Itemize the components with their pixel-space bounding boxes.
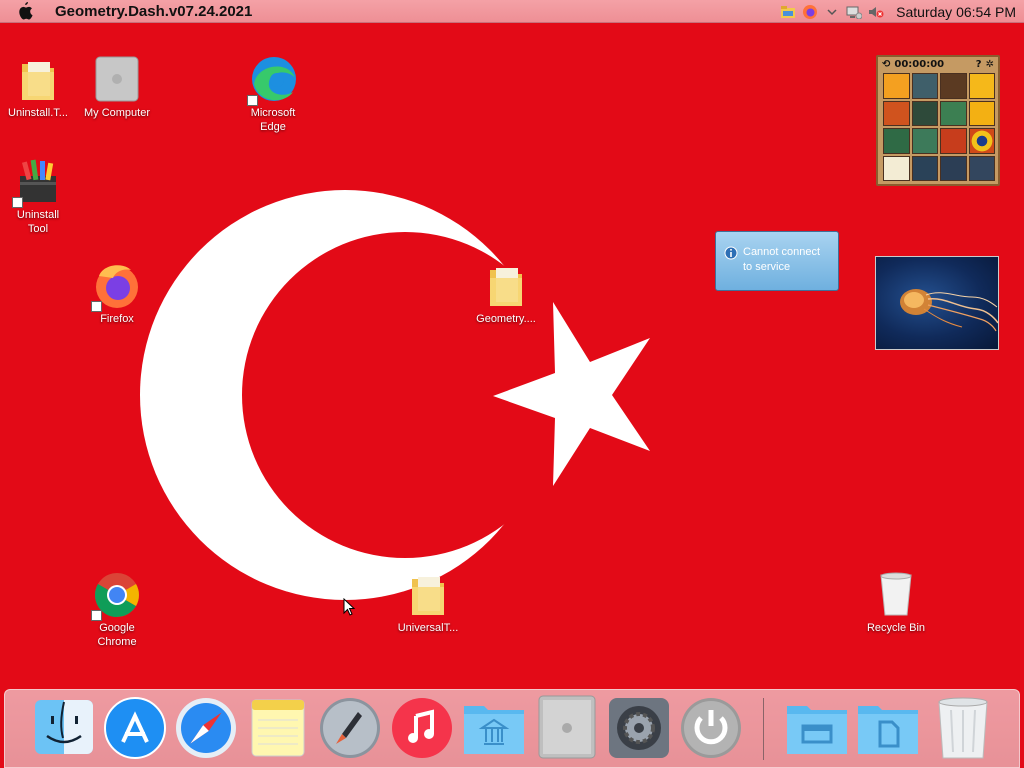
puzzle-tile[interactable] xyxy=(940,73,967,99)
finder-icon[interactable] xyxy=(33,694,97,760)
dock xyxy=(4,689,1020,768)
desktop-icon-label: Recycle Bin xyxy=(866,622,926,634)
applications-folder-icon[interactable] xyxy=(462,694,526,760)
shortcut-arrow-icon xyxy=(12,197,23,208)
desktop-icon-uninstall-t[interactable]: Uninstall.T... xyxy=(0,56,81,120)
puzzle-tile[interactable] xyxy=(911,73,938,99)
puzzle-tile[interactable] xyxy=(883,128,910,154)
system-tray: Saturday 06:54 PM xyxy=(780,0,1016,23)
documents-folder-icon[interactable] xyxy=(856,694,920,760)
desktop-icon-label: My Computer xyxy=(83,107,151,119)
puzzle-timer: 00:00:00 xyxy=(894,58,945,70)
desktop-icon-label: Google Chrome xyxy=(97,622,137,648)
shortcut-arrow-icon xyxy=(91,301,102,312)
desktop-icon-label: Firefox xyxy=(100,313,134,325)
file-explorer-tray-icon[interactable] xyxy=(780,4,796,20)
menu-bar: Geometry.Dash.v07.24.2021 Saturday 06:54… xyxy=(0,0,1024,23)
dock-separator xyxy=(763,698,764,760)
weather-gadget-notification[interactable]: Cannot connect to service xyxy=(715,231,839,291)
firefox-icon xyxy=(91,262,141,312)
uninstall-tool-icon xyxy=(12,158,62,208)
desktop-icon-my-computer[interactable]: My Computer xyxy=(74,56,160,120)
picture-puzzle-widget[interactable]: ⟲ 00:00:00 ? ✲ xyxy=(876,55,1000,186)
network-icon[interactable] xyxy=(846,4,863,20)
desktop-icon-universal-t[interactable]: UniversalT... xyxy=(385,571,471,635)
puzzle-tile[interactable] xyxy=(911,100,938,126)
mouse-cursor-icon xyxy=(343,598,356,616)
slideshow-gadget[interactable] xyxy=(875,256,999,350)
puzzle-tile[interactable] xyxy=(968,73,995,99)
notes-icon[interactable] xyxy=(246,694,310,760)
clock[interactable]: Saturday 06:54 PM xyxy=(896,4,1016,20)
music-icon[interactable] xyxy=(390,694,454,760)
puzzle-tile[interactable] xyxy=(883,155,910,181)
puzzle-tile[interactable] xyxy=(883,73,910,99)
mac-pro-icon[interactable] xyxy=(535,694,599,760)
info-icon xyxy=(724,245,738,290)
app-store-icon[interactable] xyxy=(103,694,167,760)
active-app-title[interactable]: Geometry.Dash.v07.24.2021 xyxy=(55,3,252,20)
chrome-icon xyxy=(91,571,141,621)
jellyfish-image xyxy=(900,289,998,332)
desktop-icon-label: UniversalT... xyxy=(397,622,459,634)
edge-icon xyxy=(247,56,297,106)
puzzle-tile[interactable] xyxy=(911,155,938,181)
folder-icon xyxy=(482,262,530,310)
shortcut-arrow-icon xyxy=(91,610,102,621)
desktop-icon-uninstall-tool[interactable]: Uninstall Tool xyxy=(0,158,81,236)
computer-icon xyxy=(93,56,141,104)
puzzle-tile[interactable] xyxy=(883,100,910,126)
desktop-icon-microsoft-edge[interactable]: Microsoft Edge xyxy=(230,56,316,134)
downloads-folder-icon[interactable] xyxy=(785,694,849,760)
puzzle-tile[interactable] xyxy=(940,155,967,181)
folder-icon xyxy=(404,571,452,619)
puzzle-tile[interactable] xyxy=(968,100,995,126)
desktop-icon-firefox[interactable]: Firefox xyxy=(74,262,160,326)
desktop-icon-label: Uninstall Tool xyxy=(16,209,60,235)
shortcut-arrow-icon xyxy=(247,95,258,106)
puzzle-tile[interactable] xyxy=(968,128,995,154)
safari-icon[interactable] xyxy=(174,694,238,760)
desktop-icon-google-chrome[interactable]: Google Chrome xyxy=(74,571,160,649)
apple-menu-icon[interactable] xyxy=(17,2,37,20)
restart-icon[interactable]: ⟲ xyxy=(882,59,890,70)
volume-muted-icon[interactable] xyxy=(868,4,884,20)
puzzle-tile[interactable] xyxy=(940,128,967,154)
shuffle-icon[interactable]: ✲ xyxy=(986,59,994,70)
puzzle-toolbar: ⟲ 00:00:00 ? ✲ xyxy=(878,57,998,71)
puzzle-tile[interactable] xyxy=(968,155,995,181)
folder-icon xyxy=(14,56,62,104)
desktop-icon-geometry[interactable]: Geometry.... xyxy=(463,262,549,326)
puzzle-tile[interactable] xyxy=(940,100,967,126)
power-icon[interactable] xyxy=(679,694,743,760)
system-preferences-icon[interactable] xyxy=(607,694,671,760)
firefox-tray-icon[interactable] xyxy=(802,4,818,20)
desktop-icon-label: Uninstall.T... xyxy=(8,107,68,119)
recycle-bin-icon xyxy=(872,571,920,619)
notification-text: Cannot connect to service xyxy=(743,246,821,273)
puzzle-grid xyxy=(883,73,995,181)
help-icon[interactable]: ? xyxy=(976,59,982,70)
launchpad-icon[interactable] xyxy=(318,694,382,760)
trash-icon[interactable] xyxy=(931,694,995,760)
puzzle-tile[interactable] xyxy=(911,128,938,154)
desktop-icon-label: Geometry.... xyxy=(476,313,536,325)
desktop-icon-recycle-bin[interactable]: Recycle Bin xyxy=(853,571,939,635)
desktop-icon-label: Microsoft Edge xyxy=(250,107,296,133)
chevron-down-icon[interactable] xyxy=(824,4,840,20)
